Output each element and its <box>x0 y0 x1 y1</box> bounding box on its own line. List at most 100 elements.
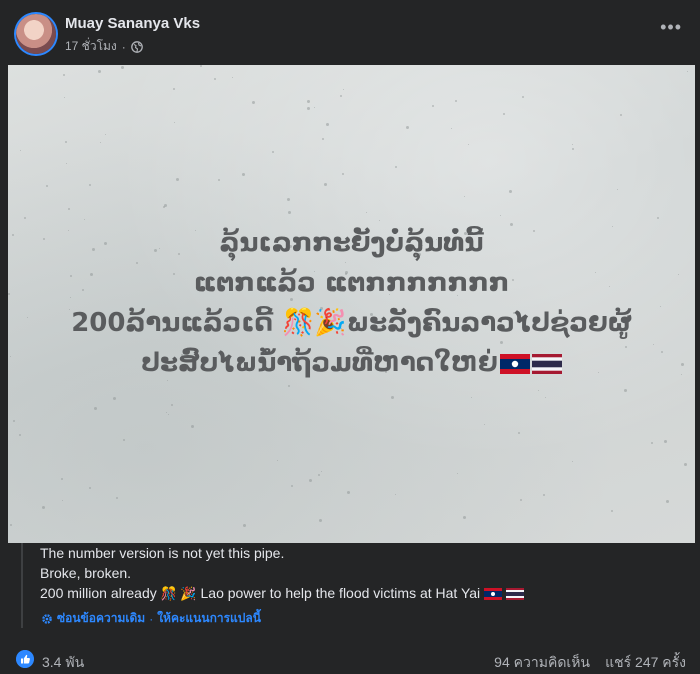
texture-speck <box>307 107 310 110</box>
texture-speck <box>94 407 97 410</box>
texture-speck <box>324 183 327 186</box>
image-text-line: 200ລ້ານແລ້ວເດີ້ 🎊🎉ພະລັງຄົນລາວໄປຊ່ວຍຜູ້ <box>71 308 632 338</box>
texture-speck <box>116 497 118 499</box>
texture-speck <box>611 510 613 512</box>
translation-line-3: 200 million already 🎊 🎉 Lao power to hel… <box>40 583 681 603</box>
texture-speck <box>624 389 627 392</box>
reaction-count[interactable]: 3.4 พัน <box>42 652 84 674</box>
texture-speck <box>166 412 167 413</box>
texture-speck <box>342 173 344 175</box>
texture-speck <box>617 189 618 190</box>
texture-speck <box>42 506 45 509</box>
image-text-line: ປະສົບໄພນໍ້າຖ້ວມທີ່ຫາດໃຫຍ່ <box>141 348 498 378</box>
texture-speck <box>218 179 220 181</box>
texture-speck <box>288 211 291 214</box>
texture-speck <box>432 105 434 107</box>
texture-speck <box>314 107 315 108</box>
texture-speck <box>572 461 573 462</box>
post-image[interactable]: ລຸ້ນເລກກະຍັງບໍ່ລຸ້ນທໍ່ນີ້ ແຕກແລ້ວ ແຕກກກກ… <box>8 65 695 543</box>
texture-speck <box>406 126 409 129</box>
confetti-emoji: 🎊 🎉 <box>160 586 197 601</box>
texture-speck <box>666 500 669 503</box>
texture-speck <box>113 397 116 400</box>
image-text: ລຸ້ນເລກກະຍັງບໍ່ລຸ້ນທໍ່ນີ້ ແຕກແລ້ວ ແຕກກກກ… <box>8 223 695 383</box>
image-text-line-with-flags: ປະສົບໄພນໍ້າຖ້ວມທີ່ຫາດໃຫຍ່ <box>8 343 695 383</box>
comment-count[interactable]: 94 ความคิดเห็น <box>494 652 590 674</box>
texture-speck <box>343 89 344 90</box>
globe-icon[interactable] <box>130 40 143 53</box>
texture-speck <box>395 494 396 495</box>
texture-speck <box>46 185 48 187</box>
rate-translation-link[interactable]: ให้คะแนนการแปลนี้ <box>157 609 261 628</box>
thailand-flag-icon <box>531 354 562 374</box>
texture-speck <box>455 100 457 102</box>
post-header: Muay Sananya Vks 17 ชั่วโมง · ••• <box>0 0 700 62</box>
texture-speck <box>395 166 397 168</box>
texture-speck <box>340 95 342 97</box>
texture-speck <box>10 524 12 526</box>
texture-speck <box>20 150 21 151</box>
texture-speck <box>509 190 512 193</box>
texture-speck <box>62 500 63 501</box>
texture-speck <box>522 96 524 98</box>
texture-speck <box>471 397 472 398</box>
texture-speck <box>173 88 175 90</box>
translation-line: Broke, broken. <box>40 565 132 581</box>
post-timestamp[interactable]: 17 ชั่วโมง <box>65 37 117 56</box>
gear-icon[interactable] <box>41 613 53 625</box>
laos-flag-icon <box>499 354 530 374</box>
texture-speck <box>168 414 169 415</box>
texture-speck <box>309 479 312 482</box>
texture-speck <box>484 424 485 425</box>
translation-text: 200 million already <box>40 585 157 601</box>
hide-original-link[interactable]: ซ่อนข้อความเดิม <box>57 609 145 628</box>
more-options-icon[interactable]: ••• <box>660 18 682 36</box>
laos-flag-icon <box>484 588 503 600</box>
texture-speck <box>272 151 274 153</box>
image-text-line: ລຸ້ນເລກກະຍັງບໍ່ລຸ້ນທໍ່ນີ້ <box>219 228 484 258</box>
texture-speck <box>288 385 290 387</box>
texture-speck <box>518 432 520 434</box>
thailand-flag-icon <box>505 588 524 600</box>
author-name[interactable]: Muay Sananya Vks <box>65 15 200 32</box>
texture-speck <box>379 220 380 221</box>
texture-speck <box>366 212 367 213</box>
texture-speck <box>287 198 290 201</box>
texture-speck <box>277 460 278 461</box>
texture-speck <box>63 74 65 76</box>
texture-speck <box>191 425 194 428</box>
texture-speck <box>347 491 350 494</box>
translation-block: The number version is not yet this pipe.… <box>21 543 681 628</box>
texture-speck <box>66 163 67 164</box>
texture-speck <box>98 70 101 73</box>
texture-speck <box>65 141 67 143</box>
texture-speck <box>174 122 175 123</box>
avatar[interactable] <box>16 14 56 54</box>
texture-speck <box>543 494 545 496</box>
texture-speck <box>123 439 125 441</box>
texture-speck <box>326 123 329 126</box>
texture-speck <box>457 473 458 474</box>
texture-speck <box>243 524 246 527</box>
like-reaction-icon[interactable] <box>16 650 34 668</box>
texture-speck <box>13 420 15 422</box>
post-meta: 17 ชั่วโมง · <box>65 37 143 56</box>
texture-speck <box>684 463 687 466</box>
texture-speck <box>176 178 179 181</box>
texture-speck <box>463 516 466 519</box>
texture-speck <box>214 78 216 80</box>
post-footer: 3.4 พัน 94 ความคิดเห็น แชร์ 247 ครั้ง <box>0 648 700 673</box>
texture-speck <box>105 134 106 135</box>
texture-speck <box>500 215 501 216</box>
texture-speck <box>321 471 322 472</box>
texture-speck <box>545 397 546 398</box>
translation-line: The number version is not yet this pipe. <box>40 545 285 561</box>
texture-speck <box>664 440 667 443</box>
texture-speck <box>121 66 124 69</box>
texture-speck <box>620 114 622 116</box>
link-separator: · <box>149 611 154 626</box>
share-count[interactable]: แชร์ 247 ครั้ง <box>605 652 686 674</box>
texture-speck <box>651 442 653 444</box>
texture-speck <box>464 196 465 197</box>
texture-speck <box>319 519 322 522</box>
